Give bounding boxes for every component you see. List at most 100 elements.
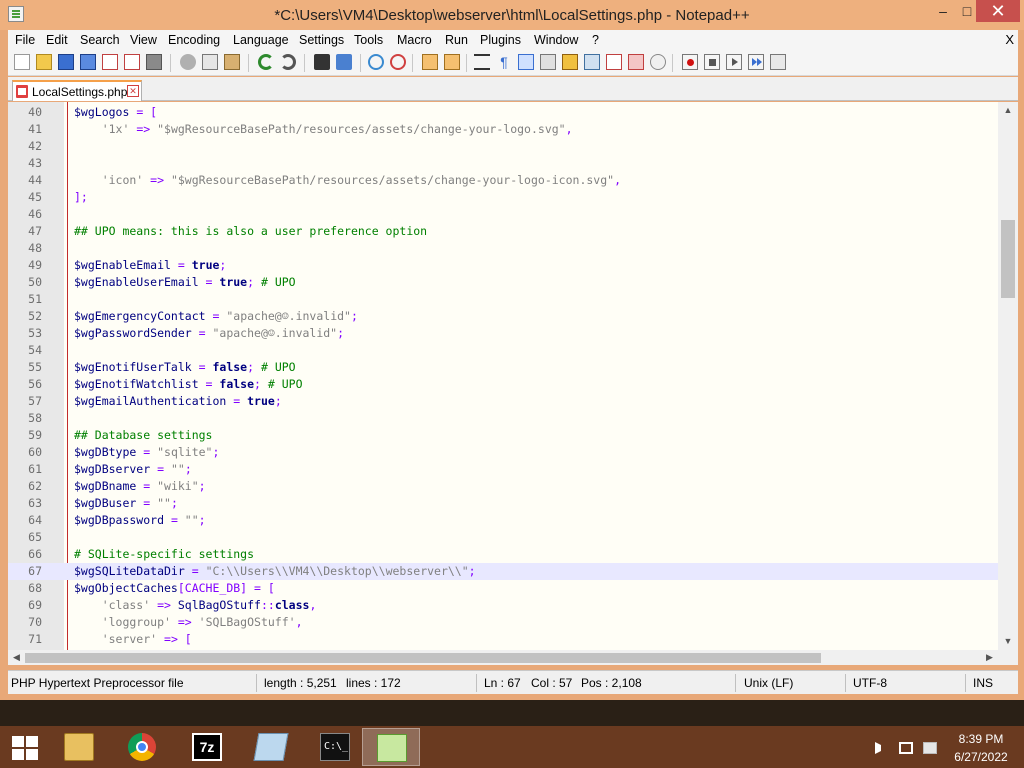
code-line[interactable]: 58: [8, 410, 998, 427]
clock-time[interactable]: 8:39 PM: [956, 732, 1006, 746]
close-window-button[interactable]: ✕: [976, 0, 1020, 22]
code-line[interactable]: 62 $wgDBname = "wiki";: [8, 478, 998, 495]
show-all-chars-icon[interactable]: ¶: [496, 54, 512, 70]
code-line[interactable]: 56 $wgEnotifWatchlist = false; # UPO: [8, 376, 998, 393]
title-bar[interactable]: *C:\Users\VM4\Desktop\webserver\html\Loc…: [0, 0, 1024, 30]
code-line[interactable]: 44 'icon' => "$wgResourceBasePath/resour…: [8, 172, 998, 189]
code-line[interactable]: 46: [8, 206, 998, 223]
code-line[interactable]: 60 $wgDBtype = "sqlite";: [8, 444, 998, 461]
menu-help[interactable]: ?: [592, 33, 599, 47]
clock-date[interactable]: 6/27/2022: [950, 750, 1012, 764]
new-file-icon[interactable]: [14, 54, 30, 70]
horizontal-scrollbar[interactable]: ◀ ▶: [8, 650, 998, 665]
code-line[interactable]: 63 $wgDBuser = "";: [8, 495, 998, 512]
cut-icon[interactable]: [180, 54, 196, 70]
code-line[interactable]: 45];: [8, 189, 998, 206]
folder-workspace-icon[interactable]: [628, 54, 644, 70]
code-line[interactable]: 59 ## Database settings: [8, 427, 998, 444]
code-line[interactable]: 61 $wgDBserver = "";: [8, 461, 998, 478]
close-icon[interactable]: [102, 54, 118, 70]
code-line[interactable]: 64 $wgDBpassword = "";: [8, 512, 998, 529]
menu-file[interactable]: File: [15, 33, 35, 47]
menu-window[interactable]: Window: [534, 33, 578, 47]
menu-settings[interactable]: Settings: [299, 33, 344, 47]
code-line[interactable]: 51: [8, 291, 998, 308]
code-line[interactable]: 50 $wgEnableUserEmail = true; # UPO: [8, 274, 998, 291]
horizontal-scroll-thumb[interactable]: [25, 653, 821, 663]
zoom-out-icon[interactable]: [390, 54, 406, 70]
code-line[interactable]: 66 # SQLite-specific settings: [8, 546, 998, 563]
scroll-up-icon[interactable]: ▲: [998, 102, 1018, 119]
taskbar-chrome[interactable]: [114, 728, 172, 766]
start-button[interactable]: [12, 736, 38, 760]
doc-map-icon[interactable]: [562, 54, 578, 70]
replace-icon[interactable]: [336, 54, 352, 70]
menu-run[interactable]: Run: [445, 33, 468, 47]
close-all-icon[interactable]: [124, 54, 140, 70]
code-line[interactable]: 49 $wgEnableEmail = true;: [8, 257, 998, 274]
save-macro-icon[interactable]: [770, 54, 786, 70]
menu-edit[interactable]: Edit: [46, 33, 68, 47]
menu-tools[interactable]: Tools: [354, 33, 383, 47]
menu-encoding[interactable]: Encoding: [168, 33, 220, 47]
folder-workspace-icon[interactable]: [606, 54, 622, 70]
code-line[interactable]: 55 $wgEnotifUserTalk = false; # UPO: [8, 359, 998, 376]
taskbar-7zip[interactable]: 7z: [178, 728, 236, 766]
menu-view[interactable]: View: [130, 33, 157, 47]
code-line[interactable]: 41 '1x' => "$wgResourceBasePath/resource…: [8, 121, 998, 138]
menu-plugins[interactable]: Plugins: [480, 33, 521, 47]
taskbar-notepad[interactable]: [242, 728, 300, 766]
sync-horizontal-icon[interactable]: [444, 54, 460, 70]
code-line[interactable]: 52 $wgEmergencyContact = "apache@☺.invali…: [8, 308, 998, 325]
zoom-in-icon[interactable]: [368, 54, 384, 70]
close-document-button[interactable]: X: [1005, 32, 1014, 47]
code-line[interactable]: 70 'loggroup' => 'SQLBagOStuff',: [8, 614, 998, 631]
status-insert-mode[interactable]: INS: [973, 676, 993, 690]
code-line[interactable]: 48: [8, 240, 998, 257]
copy-icon[interactable]: [202, 54, 218, 70]
code-line[interactable]: 57 $wgEmailAuthentication = true;: [8, 393, 998, 410]
play-macro-icon[interactable]: [726, 54, 742, 70]
monitor-icon[interactable]: [650, 54, 666, 70]
status-eol-format[interactable]: Unix (LF): [744, 676, 793, 690]
code-line[interactable]: 47 ## UPO means: this is also a user pref…: [8, 223, 998, 240]
network-icon[interactable]: [899, 742, 913, 754]
taskbar-notepadpp[interactable]: [362, 728, 420, 766]
print-icon[interactable]: [146, 54, 162, 70]
taskbar-file-explorer[interactable]: [50, 728, 108, 766]
find-icon[interactable]: [314, 54, 330, 70]
scroll-down-icon[interactable]: ▼: [998, 633, 1018, 650]
indent-guide-icon[interactable]: [518, 54, 534, 70]
code-line[interactable]: 43: [8, 155, 998, 172]
taskbar-cmd[interactable]: C:\_: [306, 728, 364, 766]
code-line[interactable]: 42: [8, 138, 998, 155]
status-encoding[interactable]: UTF-8: [853, 676, 887, 690]
save-all-icon[interactable]: [80, 54, 96, 70]
vertical-scrollbar[interactable]: ▲ ▼: [998, 102, 1018, 650]
menu-macro[interactable]: Macro: [397, 33, 432, 47]
play-multiple-icon[interactable]: [748, 54, 764, 70]
code-line[interactable]: 54: [8, 342, 998, 359]
menu-search[interactable]: Search: [80, 33, 120, 47]
tab-localsettings[interactable]: LocalSettings.php ✕: [12, 80, 142, 101]
word-wrap-icon[interactable]: [474, 54, 490, 70]
scroll-left-icon[interactable]: ◀: [8, 650, 25, 665]
paste-icon[interactable]: [224, 54, 240, 70]
code-line[interactable]: 67 $wgSQLiteDataDir = "C:\\Users\\VM4\\De…: [8, 563, 998, 580]
user-lang-icon[interactable]: [540, 54, 556, 70]
code-line[interactable]: 53 $wgPasswordSender = "apache@☺.invalid"…: [8, 325, 998, 342]
code-editor[interactable]: 40 $wgLogos = [41 '1x' => "$wgResourceBas…: [8, 102, 1018, 650]
redo-icon[interactable]: [280, 54, 296, 70]
record-macro-icon[interactable]: [682, 54, 698, 70]
undo-icon[interactable]: [258, 54, 274, 70]
function-list-icon[interactable]: [584, 54, 600, 70]
code-line[interactable]: 71 'server' => [: [8, 631, 998, 648]
code-line[interactable]: 40 $wgLogos = [: [8, 104, 998, 121]
menu-language[interactable]: Language: [233, 33, 289, 47]
action-center-icon[interactable]: [923, 742, 937, 754]
save-icon[interactable]: [58, 54, 74, 70]
vertical-scroll-thumb[interactable]: [1001, 220, 1015, 298]
code-line[interactable]: 65: [8, 529, 998, 546]
tab-close-icon[interactable]: ✕: [127, 85, 139, 97]
sync-vertical-icon[interactable]: [422, 54, 438, 70]
